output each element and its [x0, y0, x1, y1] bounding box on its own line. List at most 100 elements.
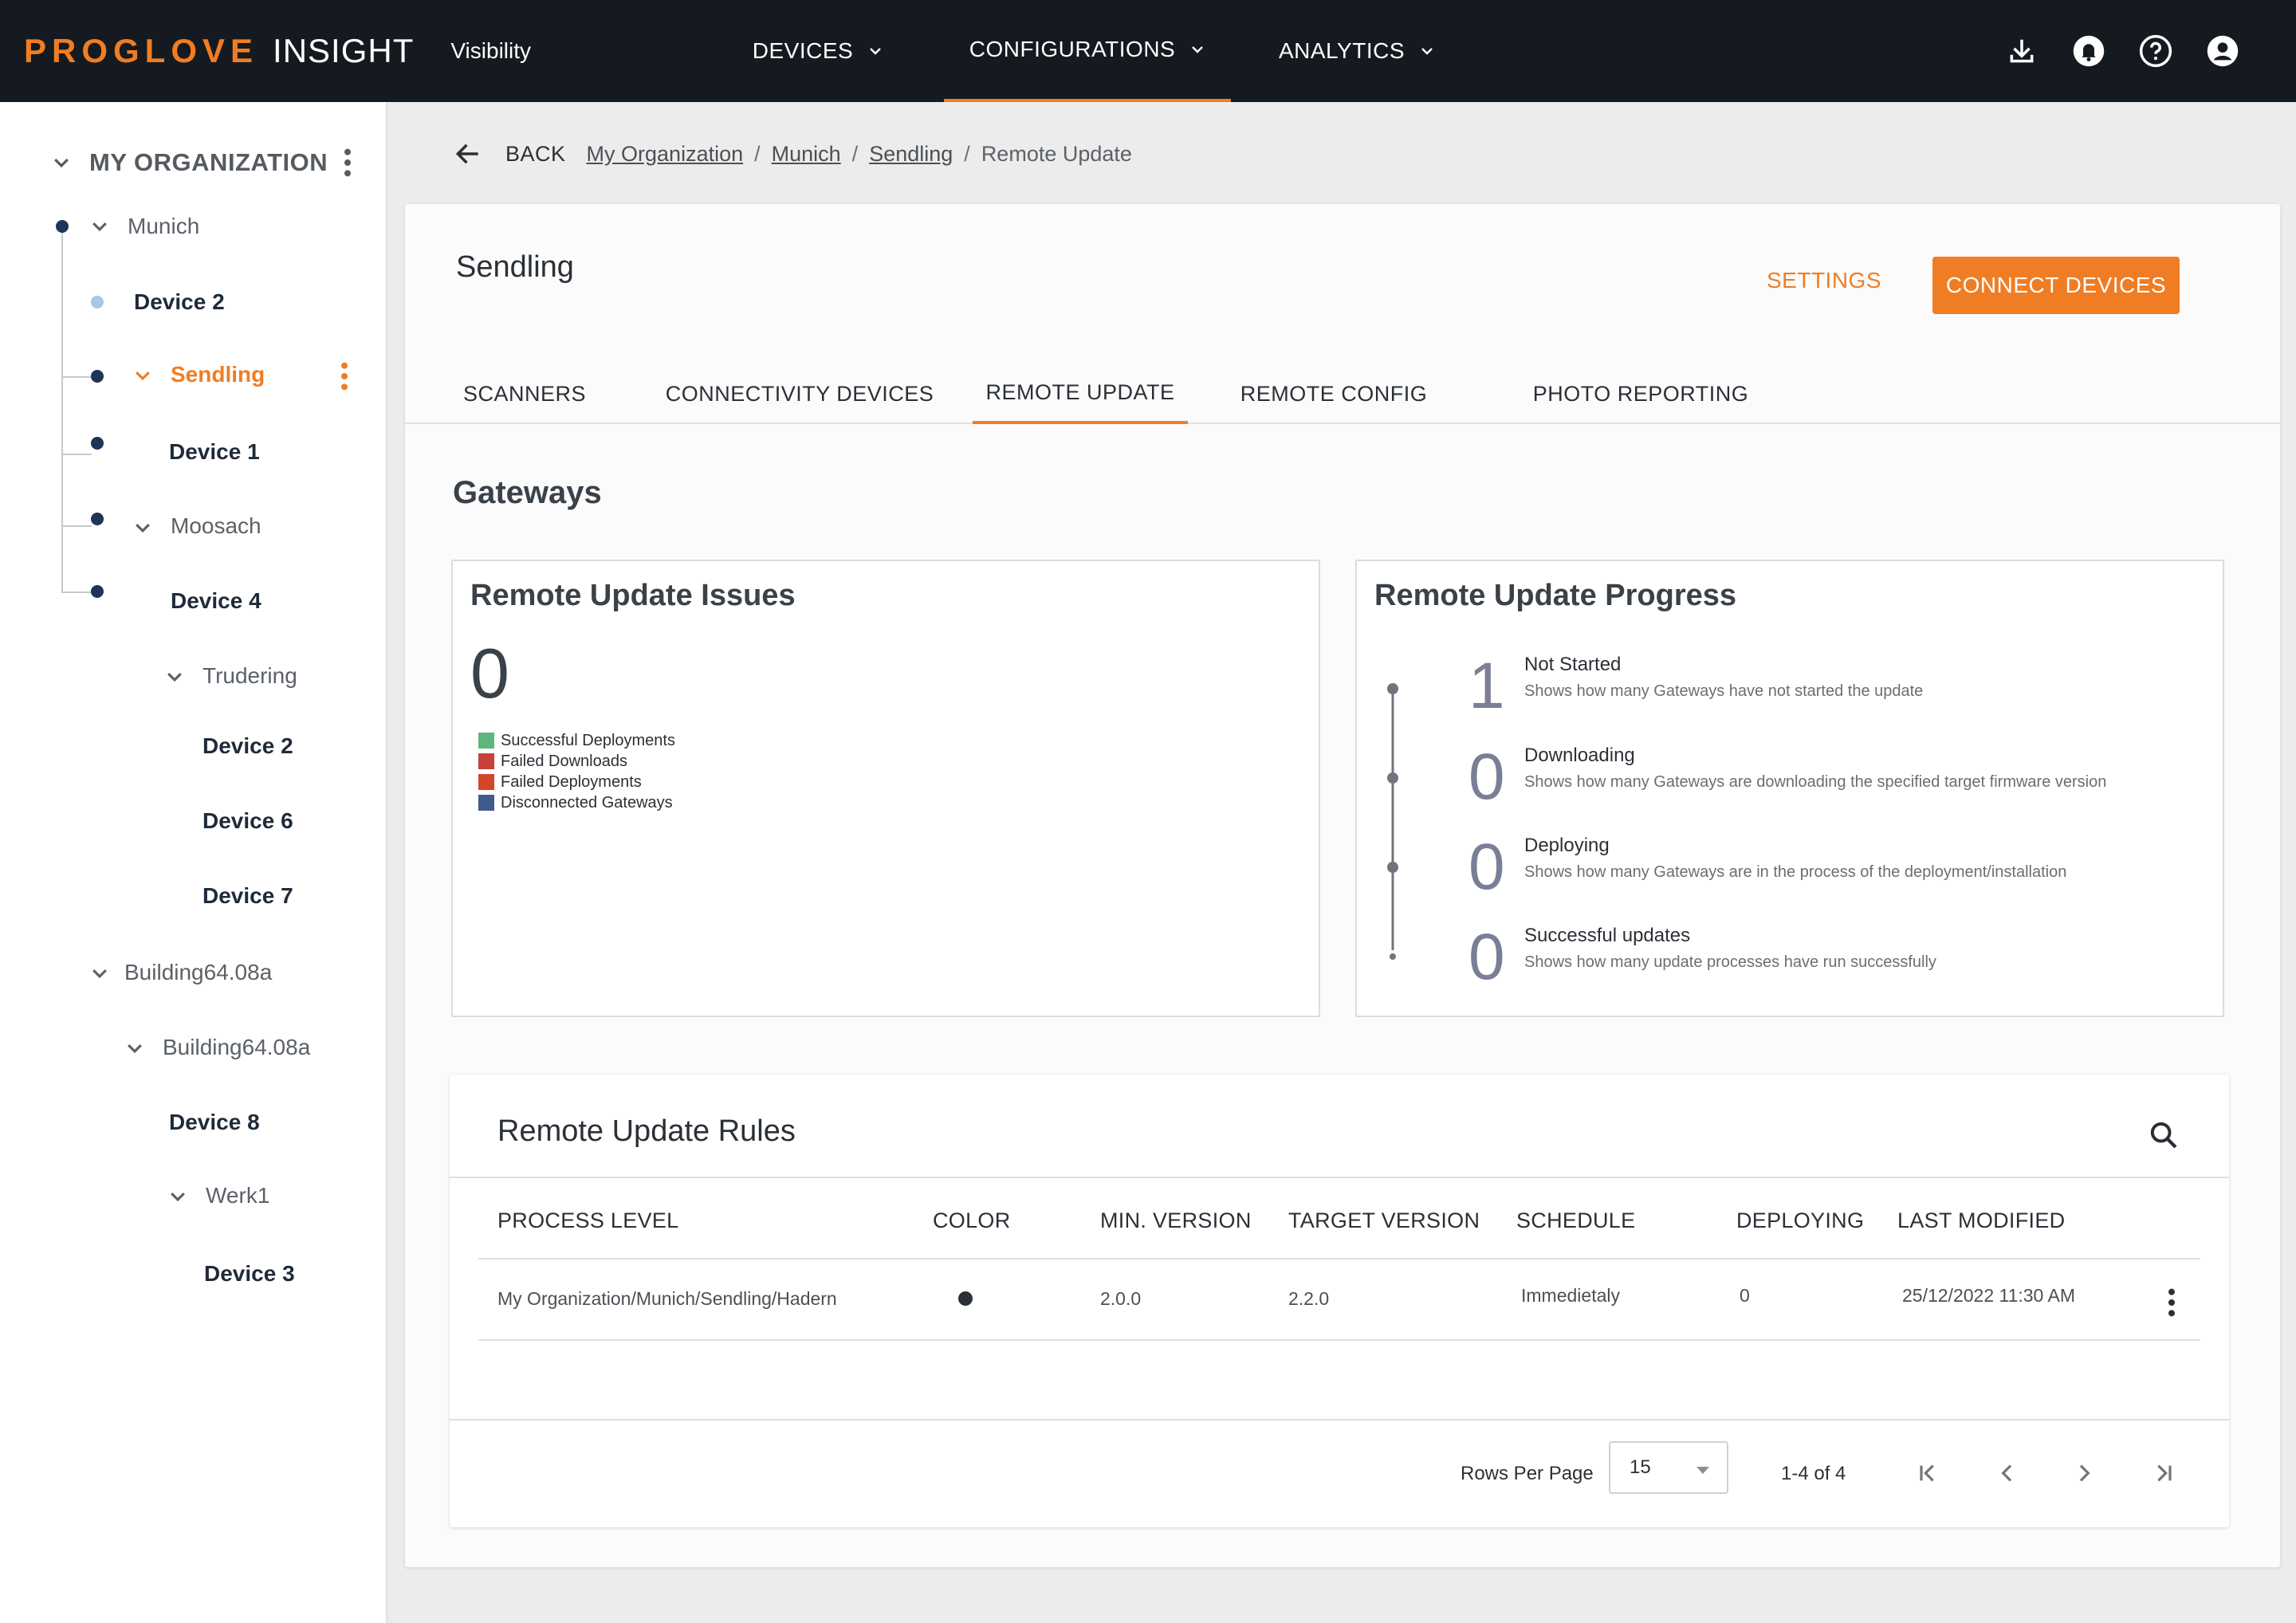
- breadcrumb-link[interactable]: Sendling: [869, 142, 953, 167]
- chevron-down-icon[interactable]: [51, 152, 72, 173]
- tree-item-device[interactable]: Device 2: [202, 722, 293, 770]
- tab-remote-config[interactable]: REMOTE CONFIG: [1226, 364, 1441, 424]
- tree-item-device[interactable]: Device 8: [169, 1098, 260, 1146]
- cell-color: [958, 1279, 973, 1318]
- back-button[interactable]: BACK: [505, 142, 566, 167]
- breadcrumb-current: Remote Update: [981, 141, 1132, 166]
- kebab-menu-icon[interactable]: [339, 147, 356, 179]
- top-actions: [2004, 0, 2240, 102]
- legend-swatch: [478, 774, 494, 790]
- row-kebab-menu-icon[interactable]: [2164, 1287, 2180, 1318]
- kebab-menu-icon[interactable]: [336, 360, 352, 392]
- tab-bar: SCANNERS CONNECTIVITY DEVICES REMOTE UPD…: [405, 364, 2280, 424]
- panel-title: Remote Update Issues: [470, 579, 796, 612]
- tab-photo-reporting[interactable]: PHOTO REPORTING: [1521, 364, 1760, 424]
- search-icon[interactable]: [2148, 1119, 2180, 1151]
- download-icon[interactable]: [2004, 33, 2039, 69]
- tab-connectivity-devices[interactable]: CONNECTIVITY DEVICES: [652, 364, 947, 424]
- tree-item-werk1[interactable]: Werk1: [206, 1172, 269, 1220]
- help-icon[interactable]: [2138, 33, 2173, 69]
- brand-logo[interactable]: PROGLOVE: [24, 32, 258, 70]
- chevron-down-icon[interactable]: [167, 1186, 188, 1207]
- chevron-down-icon[interactable]: [164, 666, 185, 687]
- rule-color-dot: [958, 1291, 973, 1306]
- legend-swatch: [478, 733, 494, 749]
- first-page-button[interactable]: [1905, 1451, 1950, 1495]
- step-count: 0: [1468, 741, 1505, 813]
- caret-down-icon: [1696, 1467, 1709, 1474]
- rows-per-page-value: 15: [1630, 1456, 1651, 1478]
- cell-target-version: 2.2.0: [1288, 1287, 1330, 1309]
- next-page-button[interactable]: [2062, 1451, 2106, 1495]
- chevron-down-icon[interactable]: [89, 963, 110, 984]
- column-header-color[interactable]: COLOR: [933, 1201, 1011, 1240]
- org-header[interactable]: MY ORGANIZATION: [0, 134, 387, 191]
- breadcrumb: BACK My Organization / Munich / Sendling…: [453, 132, 1132, 175]
- chevron-down-icon[interactable]: [124, 1038, 145, 1059]
- tree-connector: [61, 226, 63, 593]
- last-page-button[interactable]: [2141, 1451, 2186, 1495]
- tree-item-device[interactable]: Device 2: [134, 278, 225, 326]
- pagination-range: 1-4 of 4: [1781, 1463, 1846, 1484]
- divider: [478, 1258, 2200, 1259]
- breadcrumb-link[interactable]: My Organization: [587, 142, 744, 167]
- nav-devices[interactable]: DEVICES: [725, 0, 910, 102]
- tree-item-building[interactable]: Building64.08a: [124, 949, 272, 996]
- column-header-min-version[interactable]: MIN. VERSION: [1100, 1201, 1252, 1240]
- legend-item: Successful Deployments: [478, 730, 675, 751]
- tree-node-dot: [91, 296, 104, 308]
- tree-item-munich[interactable]: Munich: [128, 202, 199, 250]
- progress-stepper: [1387, 683, 1398, 960]
- legend-item: Failed Downloads: [478, 751, 675, 772]
- tree-connector: [61, 454, 92, 455]
- step-description: Shows how many Gateways have not started…: [1524, 682, 1924, 700]
- remote-update-progress-panel: Remote Update Progress 1 Not Started Sho…: [1355, 560, 2224, 1017]
- nav-configurations[interactable]: CONFIGURATIONS: [944, 0, 1231, 102]
- tree-connector: [61, 591, 92, 593]
- tree-item-moosach[interactable]: Moosach: [171, 502, 261, 550]
- chevron-down-icon[interactable]: [132, 365, 153, 386]
- rules-title: Remote Update Rules: [497, 1114, 796, 1148]
- step-count: 0: [1468, 921, 1505, 993]
- column-header-last-modified[interactable]: LAST MODIFIED: [1897, 1201, 2065, 1240]
- tree-item-building[interactable]: Building64.08a: [163, 1024, 310, 1071]
- connect-devices-button[interactable]: CONNECT DEVICES: [1932, 257, 2180, 314]
- tree-item-trudering[interactable]: Trudering: [202, 652, 297, 700]
- rows-per-page-select[interactable]: 15: [1609, 1441, 1728, 1494]
- chevron-down-icon[interactable]: [132, 517, 153, 538]
- tree-item-sendling[interactable]: Sendling: [171, 351, 265, 399]
- prev-page-button[interactable]: [1985, 1451, 2030, 1495]
- column-header-deploying[interactable]: DEPLOYING: [1736, 1201, 1864, 1240]
- chevron-right-icon: [2079, 1464, 2090, 1482]
- tree-item-device[interactable]: Device 7: [202, 872, 293, 920]
- remote-update-rules-card: Remote Update Rules PROCESS LEVEL COLOR …: [450, 1075, 2229, 1527]
- chevron-down-icon: [870, 48, 882, 55]
- tree-node-dot: [91, 513, 104, 525]
- nav-analytics[interactable]: ANALYTICS: [1264, 0, 1449, 102]
- bell-icon[interactable]: [2071, 33, 2106, 69]
- tree-item-device[interactable]: Device 4: [171, 577, 261, 625]
- cell-last-modified: 25/12/2022 11:30 AM: [1902, 1284, 2075, 1306]
- chevron-down-icon[interactable]: [89, 216, 110, 237]
- tab-scanners[interactable]: SCANNERS: [429, 364, 620, 424]
- chevron-left-icon: [2001, 1464, 2012, 1482]
- tree-item-device[interactable]: Device 3: [204, 1250, 295, 1298]
- settings-button[interactable]: SETTINGS: [1760, 257, 1888, 305]
- column-header-process-level[interactable]: PROCESS LEVEL: [497, 1201, 679, 1240]
- breadcrumb-separator: /: [754, 141, 761, 166]
- brand-subtitle: Visibility: [450, 38, 532, 63]
- arrow-left-icon[interactable]: [453, 139, 483, 169]
- section-title: Gateways: [453, 475, 602, 510]
- tree-node-dot: [91, 585, 104, 598]
- issues-legend: Successful Deployments Failed Downloads …: [478, 730, 675, 813]
- column-header-target-version[interactable]: TARGET VERSION: [1288, 1201, 1480, 1240]
- cell-deploying: 0: [1740, 1284, 1750, 1306]
- tree-item-device[interactable]: Device 6: [202, 797, 293, 845]
- breadcrumb-link[interactable]: Munich: [772, 142, 841, 167]
- tree-item-device[interactable]: Device 1: [169, 428, 260, 476]
- chevron-down-icon: [1192, 46, 1204, 53]
- column-header-schedule[interactable]: SCHEDULE: [1516, 1201, 1635, 1240]
- account-icon[interactable]: [2205, 33, 2240, 69]
- tab-remote-update[interactable]: REMOTE UPDATE: [973, 364, 1188, 424]
- step-label: Deploying: [1524, 835, 1610, 856]
